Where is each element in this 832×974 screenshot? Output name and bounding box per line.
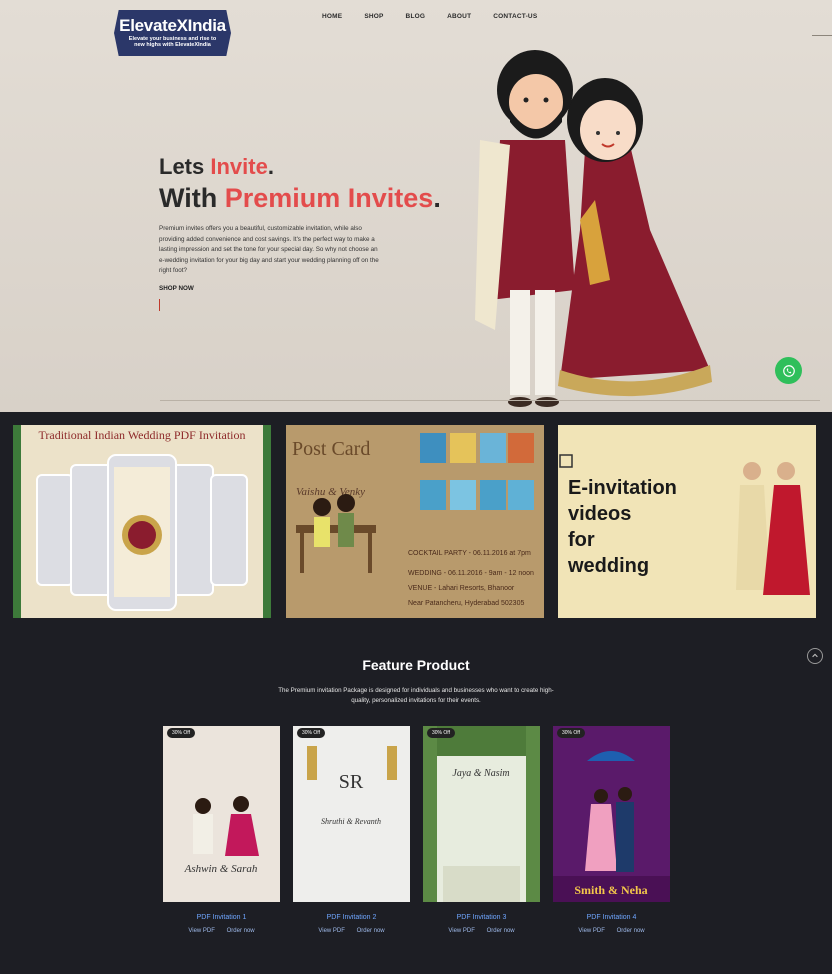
nav-about[interactable]: ABOUT [447,13,471,20]
hero-divider [160,400,820,401]
feature-description: The Premium invitation Package is design… [278,687,554,704]
postcard-detail-3: VENUE - Lahari Resorts, Bhanoor [408,585,515,592]
product-4-names: Smith & Neha [574,883,647,897]
order-now-link[interactable]: Order now [357,928,385,934]
logo-tagline: Elevate your business and rise to new hi… [128,36,217,48]
product-actions-2: View PDF Order now [293,928,410,934]
banner-pdf-invitation[interactable]: Traditional Indian Wedding PDF Invitatio… [13,425,271,618]
product-2-names: Shruthi & Revanth [321,817,381,826]
product-actions-4: View PDF Order now [553,928,670,934]
product-actions-1: View PDF Order now [163,928,280,934]
hero-section: ElevateXIndia Elevate your business and … [0,0,832,412]
postcard-names: Vaishu & Venky [296,486,365,498]
product-card-1[interactable]: Ashwin & Sarah 30% Off [163,726,280,902]
svg-text:SR: SR [339,771,364,793]
postcard-detail-1: COCKTAIL PARTY - 06.11.2016 at 7pm [408,550,531,557]
order-now-link[interactable]: Order now [617,928,645,934]
text-cursor-bar [159,299,160,311]
clapper-icon [559,454,573,468]
discount-badge: 30% Off [557,728,585,738]
whatsapp-button[interactable] [775,357,802,384]
product-card-4[interactable]: Smith & Neha 30% Off [553,726,670,902]
banner-postcard[interactable]: Post Card Vaishu & Venky COCKTAIL PARTY … [286,425,544,618]
nav-home[interactable]: HOME [322,13,342,20]
view-pdf-link[interactable]: View PDF [188,928,215,934]
product-image-1: Ashwin & Sarah [184,796,259,875]
product-title-2[interactable]: PDF Invitation 2 [293,914,410,921]
main-nav: HOME SHOP BLOG ABOUT CONTACT-US [322,13,559,20]
view-pdf-link[interactable]: View PDF [448,928,475,934]
hero-paragraph: Premium invites offers you a beautiful, … [159,225,379,274]
product-actions-3: View PDF Order now [423,928,540,934]
discount-badge: 30% Off [427,728,455,738]
phones-illustration [13,425,271,618]
product-card-3[interactable]: Jaya & Nasim 30% Off [423,726,540,902]
scroll-top-button[interactable] [807,648,823,664]
product-title-4[interactable]: PDF Invitation 4 [553,914,670,921]
logo-brand: ElevateXIndia [119,16,226,35]
shop-now-link[interactable]: SHOP NOW [159,285,194,292]
product-image-4: Smith & Neha [553,751,670,902]
postcard-illustration: Post Card Vaishu & Venky COCKTAIL PARTY … [286,425,544,618]
order-now-link[interactable]: Order now [487,928,515,934]
nav-shop[interactable]: SHOP [364,13,383,20]
view-pdf-link[interactable]: View PDF [578,928,605,934]
postcard-detail-2: WEDDING - 06.11.2016 - 9am - 12 noon [408,570,534,577]
product-image-2: SR Shruthi & Revanth [307,746,397,826]
product-image-3: Jaya & Nasim [423,726,540,902]
hero-heading-line2: With Premium Invites. [159,183,441,213]
banner-video-text: E-invitation videos for wedding [568,477,677,577]
discount-badge: 30% Off [297,728,325,738]
product-1-names: Ashwin & Sarah [184,863,258,875]
product-3-names: Jaya & Nasim [452,768,509,779]
product-title-3[interactable]: PDF Invitation 3 [423,914,540,921]
scroll-top-icon [812,653,818,658]
banner-e-invitation-videos[interactable]: E-invitation videos for wedding [558,425,816,618]
nav-contact[interactable]: CONTACT-US [493,13,537,20]
postcard-title: Post Card [292,438,370,460]
product-card-2[interactable]: SR Shruthi & Revanth 30% Off [293,726,410,902]
whatsapp-icon [782,364,795,377]
product-title-1[interactable]: PDF Invitation 1 [163,914,280,921]
view-pdf-link[interactable]: View PDF [318,928,345,934]
discount-badge: 30% Off [167,728,195,738]
site-logo[interactable]: ElevateXIndia Elevate your business and … [114,10,231,56]
order-now-link[interactable]: Order now [227,928,255,934]
feature-title: Feature Product [362,657,470,673]
postcard-detail-4: Near Patancheru, Hyderabad 502305 [408,600,524,607]
header-divider [812,35,832,36]
couple-illustration [475,50,712,407]
nav-blog[interactable]: BLOG [406,13,426,20]
hero-heading-line1: Lets Invite. [159,154,274,179]
